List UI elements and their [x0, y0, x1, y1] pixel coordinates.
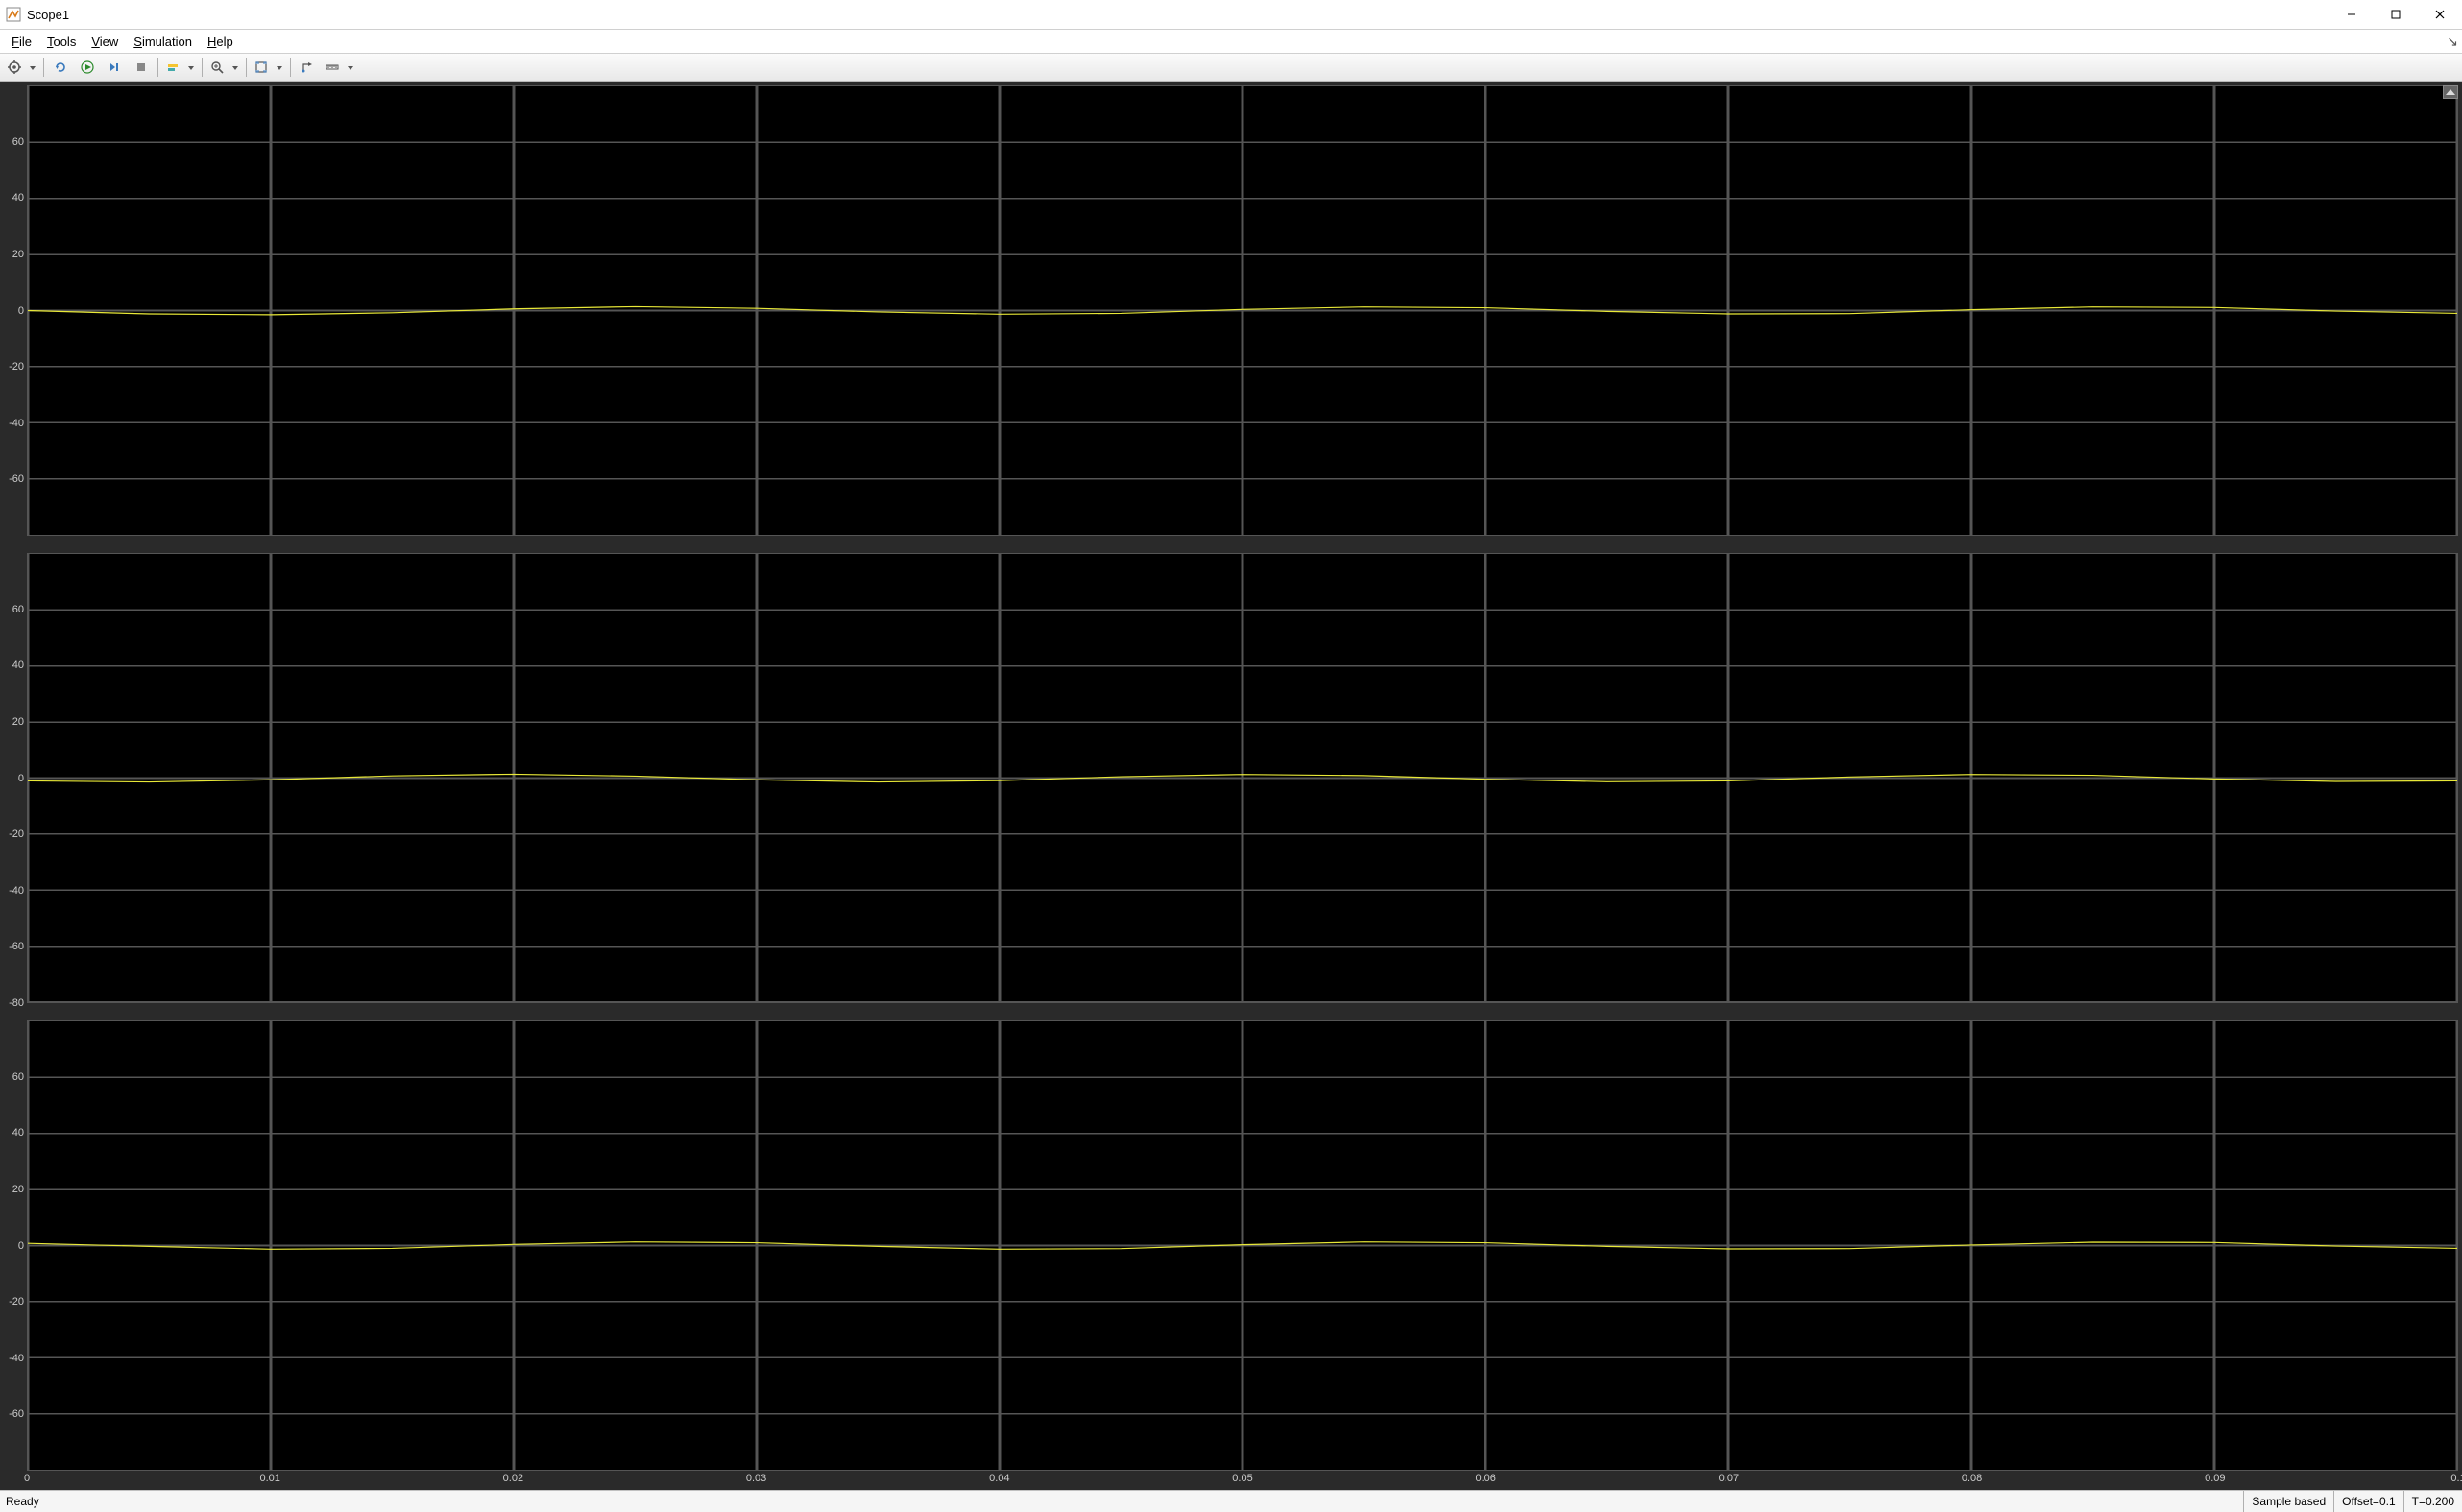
menu-file[interactable]: File	[4, 33, 39, 51]
plot-1[interactable]	[27, 85, 2458, 536]
plot-2-row: -80-60-40-200204060	[4, 553, 2458, 1003]
minimize-button[interactable]	[2329, 0, 2374, 29]
run-button[interactable]	[75, 56, 100, 79]
zoom-button[interactable]	[206, 56, 242, 79]
tearoff-icon[interactable]: ↘	[2447, 34, 2458, 50]
titlebar: Scope1	[0, 0, 2462, 30]
menu-tools[interactable]: Tools	[39, 33, 84, 51]
menu-simulation[interactable]: Simulation	[126, 33, 200, 51]
stop-button[interactable]	[129, 56, 154, 79]
app-icon	[6, 7, 21, 22]
config-button[interactable]	[4, 56, 39, 79]
scope-area: -60-40-200204060 -80-60-40-200204060 -60…	[0, 82, 2462, 1490]
restart-button[interactable]	[48, 56, 73, 79]
plot-3-row: -60-40-200204060	[4, 1020, 2458, 1471]
close-button[interactable]	[2418, 0, 2462, 29]
menu-help[interactable]: Help	[200, 33, 241, 51]
status-sample: Sample based	[2243, 1491, 2333, 1512]
menubar: File Tools View Simulation Help ↘	[0, 30, 2462, 54]
maximize-button[interactable]	[2374, 0, 2418, 29]
shared-xaxis: 00.010.020.030.040.050.060.070.080.090.1	[27, 1473, 2458, 1488]
plot-3[interactable]	[27, 1020, 2458, 1471]
statusbar: Ready Sample based Offset=0.1 T=0.200	[0, 1490, 2462, 1512]
plot-2[interactable]	[27, 553, 2458, 1003]
status-time: T=0.200	[2403, 1491, 2462, 1512]
plot-1-yaxis: -60-40-200204060	[4, 85, 27, 536]
highlight-button[interactable]	[162, 56, 198, 79]
menu-view[interactable]: View	[84, 33, 126, 51]
step-forward-button[interactable]	[102, 56, 127, 79]
toolbar	[0, 54, 2462, 82]
cursor-measure-button[interactable]	[295, 56, 320, 79]
plot-1-row: -60-40-200204060	[4, 85, 2458, 536]
expand-axes-icon[interactable]	[2443, 85, 2458, 99]
measurements-button[interactable]	[322, 56, 357, 79]
status-offset: Offset=0.1	[2333, 1491, 2402, 1512]
status-ready: Ready	[0, 1495, 2243, 1508]
plot-2-yaxis: -80-60-40-200204060	[4, 553, 27, 1003]
autoscale-button[interactable]	[251, 56, 286, 79]
plot-3-yaxis: -60-40-200204060	[4, 1020, 27, 1471]
window-title: Scope1	[27, 8, 69, 22]
